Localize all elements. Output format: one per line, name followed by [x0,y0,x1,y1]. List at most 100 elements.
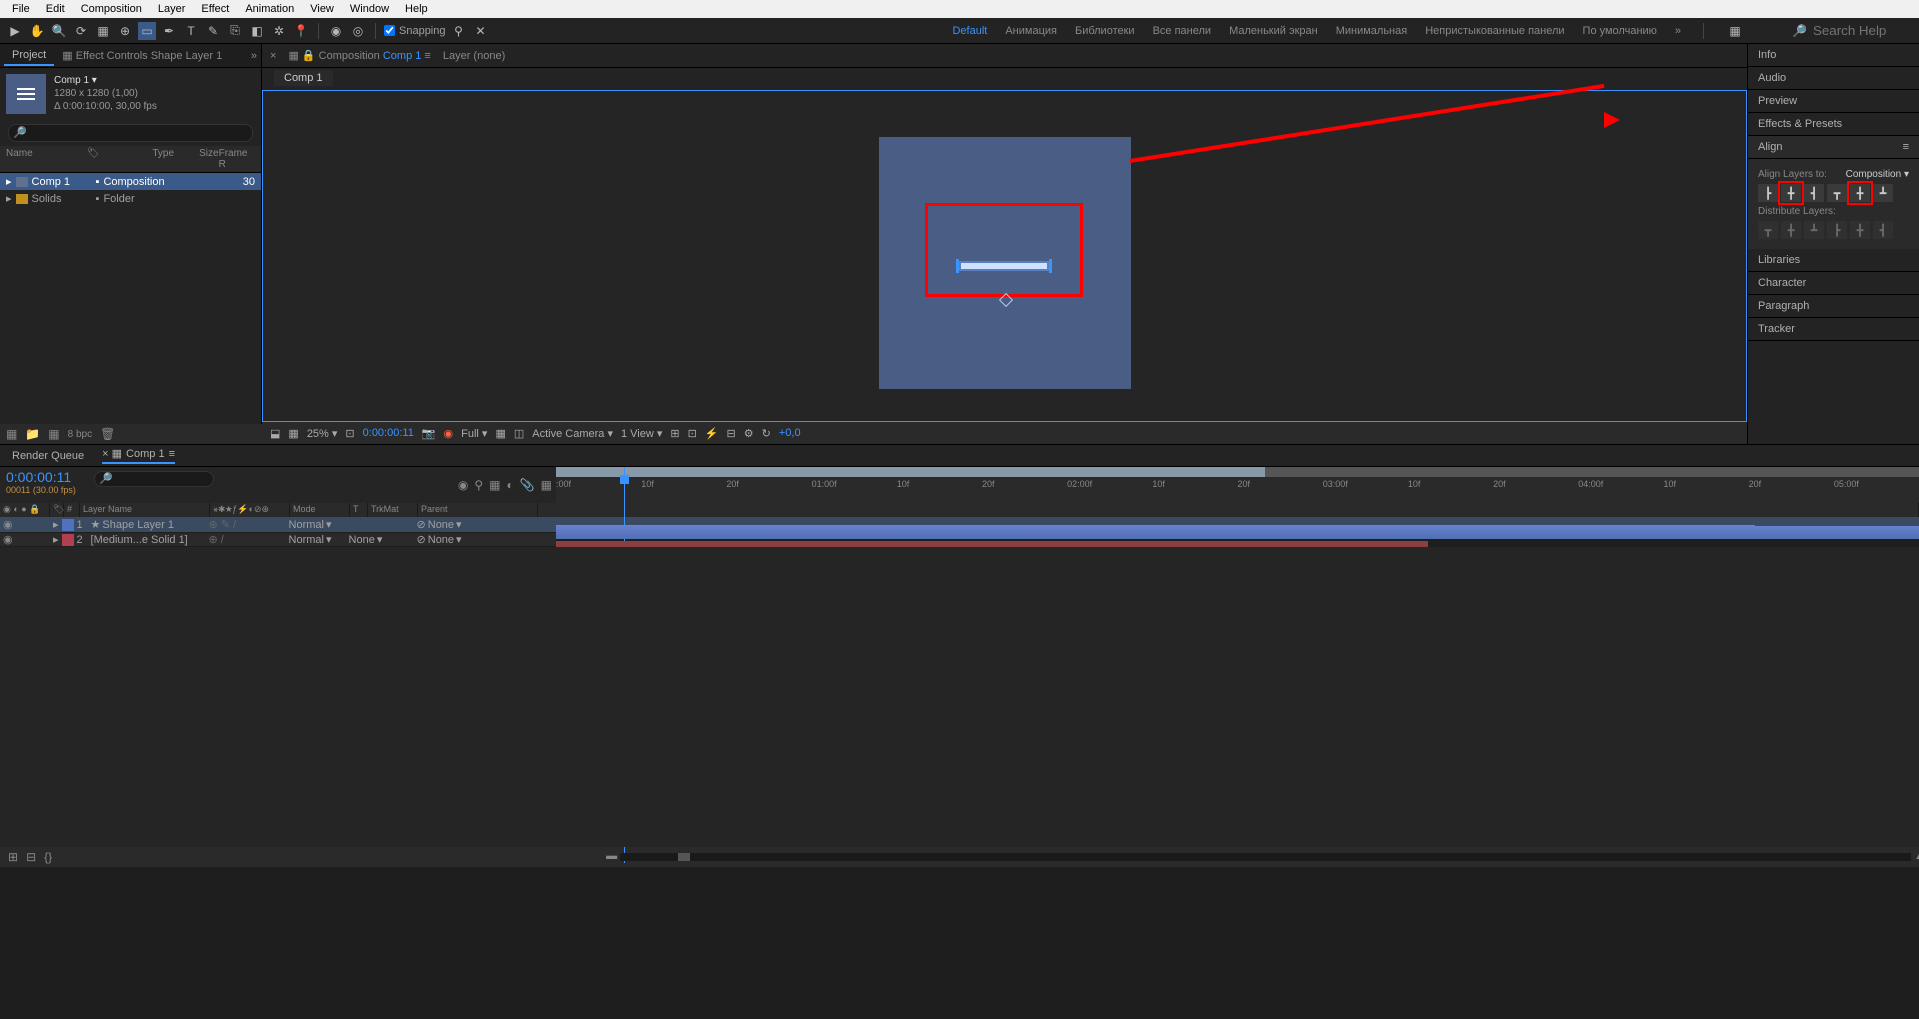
hand-tool-icon[interactable]: ✋ [28,22,46,40]
frame-blend-icon[interactable]: ▦ [489,478,500,492]
workspace-grid-icon[interactable]: ▦ [1726,22,1744,40]
align-vcenter-button[interactable]: ╋ [1850,184,1870,202]
resolution-dropdown[interactable]: Full ▾ [461,427,487,440]
clone-tool-icon[interactable]: ⎘ [226,22,244,40]
toggle-modes-icon[interactable]: ⊟ [26,850,36,864]
transparency-icon[interactable]: ▦ [495,427,505,440]
align-to-dropdown[interactable]: Composition ▾ [1846,169,1909,180]
res-icon[interactable]: ⊡ [345,427,354,440]
tracker-panel[interactable]: Tracker [1748,318,1919,341]
fill-icon[interactable]: ◉ [327,22,345,40]
new-comp-icon[interactable]: ▦ [48,427,59,441]
comp-breadcrumb-link[interactable]: Comp 1 [383,50,422,62]
handle-left[interactable] [956,259,959,273]
toggle-in-out-icon[interactable]: {} [44,850,52,864]
comp-subtab[interactable]: Comp 1 [274,70,333,86]
snapshot-icon[interactable]: 📷 [422,427,436,440]
zoom-dropdown[interactable]: 25% ▾ [307,427,338,440]
workspace-undocked[interactable]: Непристыкованные панели [1425,25,1564,37]
workspace-animation[interactable]: Анимация [1005,25,1057,37]
snap-opt2-icon[interactable]: ✕ [472,22,490,40]
workspace-default[interactable]: Default [952,25,987,37]
menu-window[interactable]: Window [342,3,397,15]
new-folder-icon[interactable]: 📁 [25,427,40,441]
visibility-toggle[interactable]: ◉ [0,533,20,546]
menu-effect[interactable]: Effect [193,3,237,15]
timeline-comp-tab[interactable]: × ▦ Comp 1 ≡ [102,447,175,464]
brush-tool-icon[interactable]: ✎ [204,22,222,40]
mask-icon[interactable]: ◫ [514,427,524,440]
search-help-input[interactable] [1813,23,1913,38]
work-area-bar[interactable] [556,467,1265,477]
comp-mini-icon[interactable]: ◉ [458,478,468,492]
workspace-small[interactable]: Маленький экран [1229,25,1318,37]
panel-menu-icon[interactable]: » [251,50,257,62]
workspace-overflow-icon[interactable]: » [1675,25,1681,37]
interpret-icon[interactable]: ▦ [6,427,17,441]
toggle-switches-icon[interactable]: ⊞ [8,850,18,864]
channels-icon[interactable]: ◉ [444,427,454,440]
graph-icon[interactable]: 📎 [520,478,535,492]
timeline-ruler[interactable]: :00f10f20f 01:00f10f20f 02:00f10f20f 03:… [556,467,1919,503]
menu-help[interactable]: Help [397,3,436,15]
timeline-body[interactable] [0,547,1919,847]
menu-file[interactable]: File [4,3,38,15]
reset-exp-icon[interactable]: ↻ [762,427,771,440]
menu-edit[interactable]: Edit [38,3,73,15]
viewer-timecode[interactable]: 0:00:00:11 [363,427,414,439]
snapping-toggle[interactable]: Snapping [384,25,446,37]
timeline-search-input[interactable] [94,471,214,487]
vr-icon[interactable]: ⊞ [670,427,679,440]
align-left-button[interactable]: ┣ [1758,184,1778,202]
align-bottom-button[interactable]: ┻ [1873,184,1893,202]
menu-view[interactable]: View [302,3,342,15]
flowchart-icon[interactable]: ⚙ [744,427,754,440]
exposure-value[interactable]: +0,0 [779,427,801,439]
views-dropdown[interactable]: 1 View ▾ [621,427,662,440]
render-queue-tab[interactable]: Render Queue [12,450,84,462]
timeline-icon[interactable]: ⊟ [727,427,736,440]
character-panel[interactable]: Character [1748,272,1919,295]
workspace-minimal[interactable]: Минимальная [1336,25,1408,37]
pen-tool-icon[interactable]: ✒ [160,22,178,40]
workspace-libraries[interactable]: Библиотеки [1075,25,1135,37]
orbit-tool-icon[interactable]: ⟳ [72,22,90,40]
project-search-input[interactable] [8,124,253,142]
workspace-allpanels[interactable]: Все панели [1153,25,1211,37]
trash-icon[interactable]: 🗑 [100,427,115,441]
stroke-icon[interactable]: ◎ [349,22,367,40]
comp-close-icon[interactable]: × [270,50,276,62]
visibility-toggle[interactable]: ◉ [0,518,20,531]
preview-panel[interactable]: Preview [1748,90,1919,113]
effects-presets-panel[interactable]: Effects & Presets [1748,113,1919,136]
composition-viewer[interactable] [262,90,1747,422]
snapping-checkbox[interactable] [384,25,395,36]
project-item-solids[interactable]: ▸ Solids ▪Folder [0,190,261,207]
snap-opt-icon[interactable]: ⚲ [450,22,468,40]
roto-tool-icon[interactable]: ✲ [270,22,288,40]
eraser-tool-icon[interactable]: ◧ [248,22,266,40]
align-right-button[interactable]: ┫ [1804,184,1824,202]
timeline-zoom-scrollbar[interactable]: ▬ ▲ [620,853,1911,861]
menu-animation[interactable]: Animation [237,3,302,15]
info-panel[interactable]: Info [1748,44,1919,67]
zoom-tool-icon[interactable]: 🔍 [50,22,68,40]
align-top-button[interactable]: ┳ [1827,184,1847,202]
shy-icon[interactable]: ⚲ [474,478,483,492]
paragraph-panel[interactable]: Paragraph [1748,295,1919,318]
camera-tool-icon[interactable]: ▦ [94,22,112,40]
fast-icon[interactable]: ⚡ [705,427,719,440]
pan-behind-tool-icon[interactable]: ⊕ [116,22,134,40]
handle-right[interactable] [1049,259,1052,273]
audio-panel[interactable]: Audio [1748,67,1919,90]
menu-layer[interactable]: Layer [150,3,194,15]
label-color[interactable] [62,534,74,546]
shape-layer-rect[interactable] [959,261,1049,271]
motion-blur-icon[interactable]: ◐ [506,478,513,492]
menu-composition[interactable]: Composition [73,3,150,15]
label-color[interactable] [62,519,74,531]
rect-tool-icon[interactable]: ▭ [138,22,156,40]
libraries-panel[interactable]: Libraries [1748,249,1919,272]
layer-row-1[interactable]: ◉ ▸ 1 ★ Shape Layer 1 ⊕ ✎ / Normal ▾ ⊘ N… [0,517,1919,532]
puppet-tool-icon[interactable]: 📍 [292,22,310,40]
